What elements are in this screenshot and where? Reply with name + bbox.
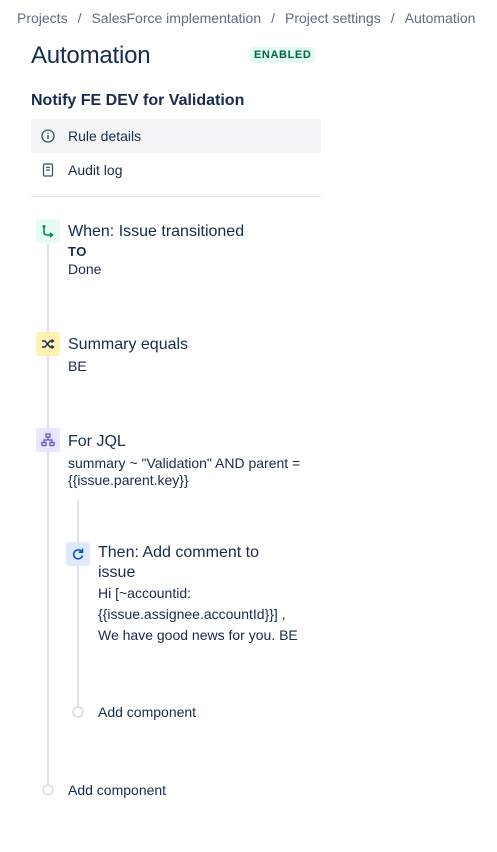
shuffle-icon[interactable]	[36, 332, 60, 356]
breadcrumb: Projects / SalesForce implementation / P…	[17, 10, 475, 26]
menu-item-audit-log[interactable]: Audit log	[31, 153, 321, 187]
menu-item-label: Rule details	[68, 128, 142, 144]
page-title: Automation	[31, 42, 151, 69]
action-comment-line-3: We have good news for you. BE	[98, 627, 298, 643]
breadcrumb-automation[interactable]: Automation	[405, 10, 476, 26]
action-comment-line-2: {{issue.assignee.accountId}}] ,	[98, 606, 286, 622]
hierarchy-icon[interactable]	[36, 428, 60, 452]
breadcrumb-project[interactable]: SalesForce implementation	[91, 10, 261, 26]
breadcrumb-separator: /	[390, 10, 395, 26]
condition-value: BE	[68, 358, 87, 374]
branch-timeline-line	[77, 500, 79, 706]
transition-icon[interactable]	[36, 219, 60, 243]
trigger-title[interactable]: When: Issue transitioned	[68, 222, 244, 242]
action-comment-line-1: Hi [~accountid:	[98, 585, 191, 601]
add-component-button[interactable]: Add component	[68, 782, 166, 798]
breadcrumb-separator: /	[77, 10, 82, 26]
document-icon	[40, 162, 56, 178]
automation-rule-page: Projects / SalesForce implementation / P…	[0, 0, 497, 852]
divider	[31, 196, 321, 197]
add-component-dot[interactable]	[72, 706, 84, 718]
status-badge: ENABLED	[250, 47, 316, 63]
add-component-branch-button[interactable]: Add component	[98, 704, 196, 720]
branch-title[interactable]: For JQL	[68, 432, 126, 452]
refresh-icon[interactable]	[66, 542, 90, 566]
breadcrumb-projects[interactable]: Projects	[17, 10, 68, 26]
add-component-dot[interactable]	[42, 784, 54, 796]
branch-jql-line-2: {{issue.parent.key}}	[68, 472, 189, 488]
action-title-line-2[interactable]: issue	[98, 563, 135, 583]
trigger-status-value: Done	[68, 261, 102, 277]
timeline-line	[47, 244, 49, 784]
menu-item-rule-details[interactable]: Rule details	[31, 119, 321, 153]
action-title-line-1[interactable]: Then: Add comment to	[98, 543, 259, 563]
menu-item-label: Audit log	[68, 162, 123, 178]
rule-name: Notify FE DEV for Validation	[31, 92, 245, 109]
info-icon	[40, 128, 56, 144]
breadcrumb-separator: /	[271, 10, 275, 26]
condition-title[interactable]: Summary equals	[68, 335, 188, 355]
breadcrumb-project-settings[interactable]: Project settings	[285, 10, 381, 26]
